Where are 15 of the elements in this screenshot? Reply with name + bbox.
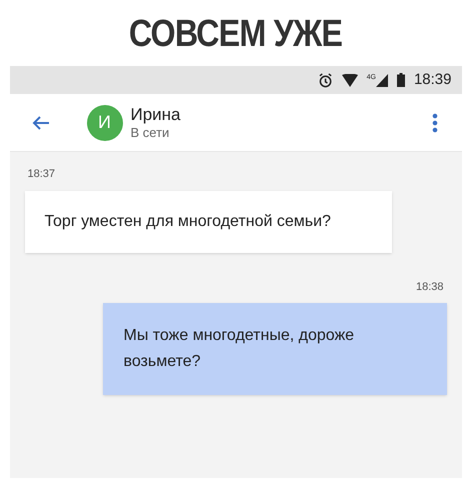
more-menu-icon[interactable] bbox=[432, 112, 438, 132]
back-arrow-icon[interactable] bbox=[32, 114, 50, 130]
signal-icon bbox=[376, 74, 388, 86]
message-time: 18:38 bbox=[414, 280, 444, 294]
caption: СОВСЕМ УЖЕ bbox=[128, 12, 342, 57]
alarm-clock-icon bbox=[318, 72, 333, 88]
wifi-icon bbox=[342, 74, 358, 86]
status-time: 18:39 bbox=[414, 70, 452, 90]
contact-name: Ирина bbox=[130, 104, 181, 125]
message-time: 18:37 bbox=[26, 167, 56, 182]
message-bubble: Торг уместен для многодетной семьи? bbox=[24, 190, 392, 252]
message-bubble: Мы тоже многодетные, дороже возьмете? bbox=[102, 303, 446, 395]
avatar[interactable]: И bbox=[86, 104, 122, 140]
contact-status: В сети bbox=[130, 125, 170, 142]
battery-icon bbox=[396, 73, 405, 87]
